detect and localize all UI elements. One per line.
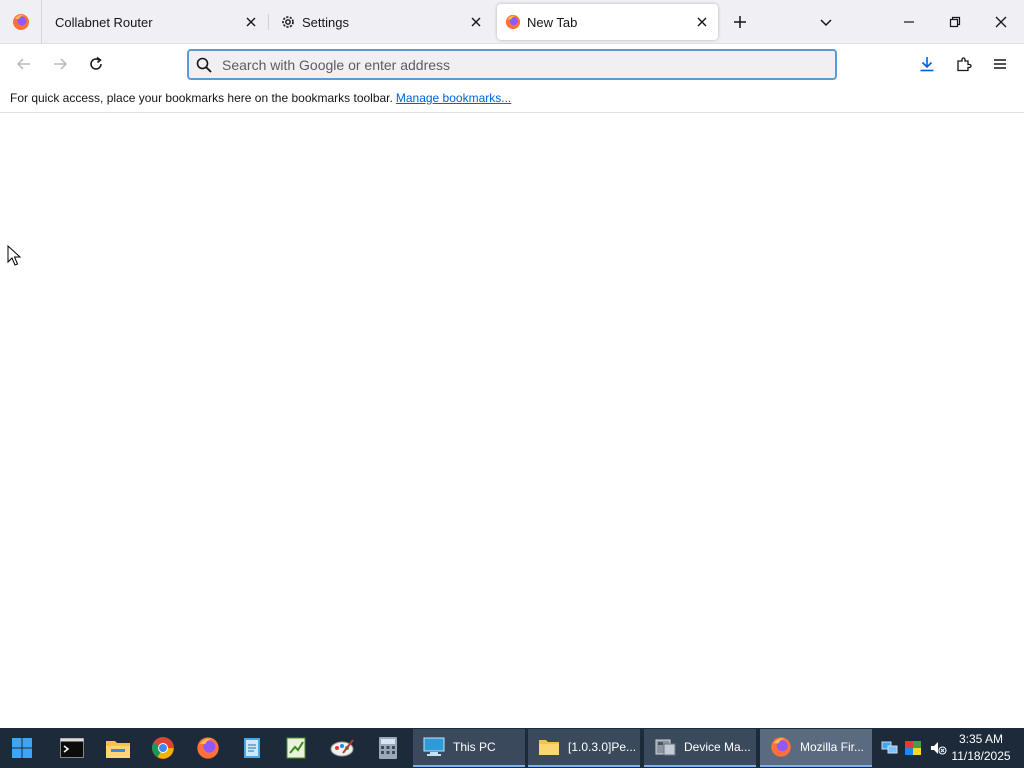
tab-label: New Tab bbox=[527, 14, 578, 30]
manage-bookmarks-link[interactable]: Manage bookmarks... bbox=[396, 91, 511, 105]
task-label: This PC bbox=[453, 740, 496, 754]
minimize-icon bbox=[904, 21, 914, 23]
back-button[interactable] bbox=[10, 50, 38, 78]
taskbar-calculator[interactable] bbox=[366, 728, 410, 768]
mouse-cursor-icon bbox=[7, 245, 21, 266]
close-window-button[interactable] bbox=[978, 0, 1024, 44]
chrome-icon bbox=[152, 737, 174, 759]
close-icon[interactable] bbox=[690, 10, 714, 34]
taskbar-file-explorer[interactable] bbox=[96, 728, 140, 768]
file-explorer-icon bbox=[106, 741, 130, 758]
calculator-icon bbox=[379, 737, 397, 759]
start-button[interactable] bbox=[0, 728, 44, 768]
firefox-icon bbox=[505, 14, 521, 30]
firefox-icon bbox=[770, 736, 792, 758]
list-all-tabs-button[interactable] bbox=[812, 8, 840, 36]
taskbar-task-device-manager[interactable]: Device Ma... bbox=[644, 729, 756, 767]
restore-button[interactable] bbox=[932, 0, 978, 44]
tray-network[interactable] bbox=[878, 728, 900, 768]
task-label: [1.0.3.0]Pe... bbox=[568, 740, 637, 754]
plus-icon bbox=[734, 16, 746, 28]
notepad-icon bbox=[244, 738, 260, 758]
page-content bbox=[0, 113, 1024, 728]
firefox-icon bbox=[12, 14, 29, 30]
search-icon bbox=[196, 56, 214, 74]
close-icon[interactable] bbox=[239, 10, 263, 34]
paint-icon bbox=[330, 739, 354, 757]
arrow-left-icon bbox=[16, 58, 30, 70]
downloads-button[interactable] bbox=[913, 50, 941, 78]
spreadsheet-icon bbox=[286, 737, 306, 759]
tab-separator bbox=[268, 14, 269, 30]
bookmarks-empty-message: For quick access, place your bookmarks h… bbox=[10, 91, 393, 105]
tab-label: Settings bbox=[302, 14, 349, 30]
app-menu-button[interactable] bbox=[986, 50, 1014, 78]
puzzle-icon bbox=[957, 57, 972, 72]
chevron-down-icon bbox=[820, 19, 832, 27]
taskbar-chrome[interactable] bbox=[141, 728, 185, 768]
clock-date: 11/18/2025 bbox=[951, 749, 1011, 763]
tab-collabnet-router[interactable]: Collabnet Router bbox=[45, 4, 267, 40]
clock-time: 3:35 AM bbox=[958, 732, 1004, 746]
tab-strip: Collabnet Router Settings New Tab bbox=[0, 0, 1024, 44]
gear-icon bbox=[280, 14, 296, 30]
color-display-icon bbox=[905, 741, 921, 755]
windows-start-icon bbox=[12, 738, 32, 758]
terminal-icon bbox=[60, 738, 84, 758]
tab-settings[interactable]: Settings bbox=[272, 4, 492, 40]
tab-new-tab[interactable]: New Tab bbox=[497, 4, 718, 40]
extensions-button[interactable] bbox=[950, 50, 978, 78]
new-tab-button[interactable] bbox=[726, 8, 754, 36]
taskbar-task-firefox[interactable]: Mozilla Fir... bbox=[760, 729, 872, 767]
device-manager-icon bbox=[654, 736, 676, 758]
taskbar: This PC [1.0.3.0]Pe... Device Ma... Mozi… bbox=[0, 728, 1024, 768]
navigation-toolbar bbox=[0, 44, 1024, 84]
task-label: Mozilla Fir... bbox=[800, 740, 865, 754]
system-clock[interactable]: 3:35 AM 11/18/2025 bbox=[948, 731, 1014, 765]
reload-icon bbox=[90, 56, 102, 70]
task-label: Device Ma... bbox=[684, 740, 751, 754]
hamburger-icon bbox=[994, 59, 1006, 69]
computer-icon bbox=[423, 736, 445, 758]
tray-display[interactable] bbox=[902, 728, 924, 768]
volume-muted-icon bbox=[931, 742, 947, 755]
search-input[interactable] bbox=[222, 56, 782, 73]
restore-icon bbox=[949, 16, 961, 28]
taskbar-notepad[interactable] bbox=[230, 728, 274, 768]
taskbar-spreadsheet[interactable] bbox=[274, 728, 318, 768]
reload-button[interactable] bbox=[82, 50, 110, 78]
network-icon bbox=[881, 741, 898, 754]
address-bar[interactable] bbox=[187, 49, 837, 80]
taskbar-task-folder[interactable]: [1.0.3.0]Pe... bbox=[528, 729, 640, 767]
close-icon bbox=[995, 16, 1007, 28]
tab-label: Collabnet Router bbox=[55, 14, 153, 30]
folder-icon bbox=[538, 736, 560, 758]
firefox-icon bbox=[197, 737, 219, 759]
close-icon[interactable] bbox=[464, 10, 488, 34]
forward-button[interactable] bbox=[46, 50, 74, 78]
firefox-view-button[interactable] bbox=[0, 0, 42, 44]
taskbar-firefox[interactable] bbox=[186, 728, 230, 768]
taskbar-terminal[interactable] bbox=[50, 728, 94, 768]
taskbar-task-this-pc[interactable]: This PC bbox=[413, 729, 525, 767]
arrow-right-icon bbox=[54, 58, 68, 70]
minimize-button[interactable] bbox=[886, 0, 932, 44]
bookmarks-toolbar: For quick access, place your bookmarks h… bbox=[0, 84, 1024, 113]
taskbar-paint[interactable] bbox=[320, 728, 364, 768]
download-icon bbox=[920, 57, 934, 72]
tray-volume[interactable] bbox=[927, 728, 949, 768]
